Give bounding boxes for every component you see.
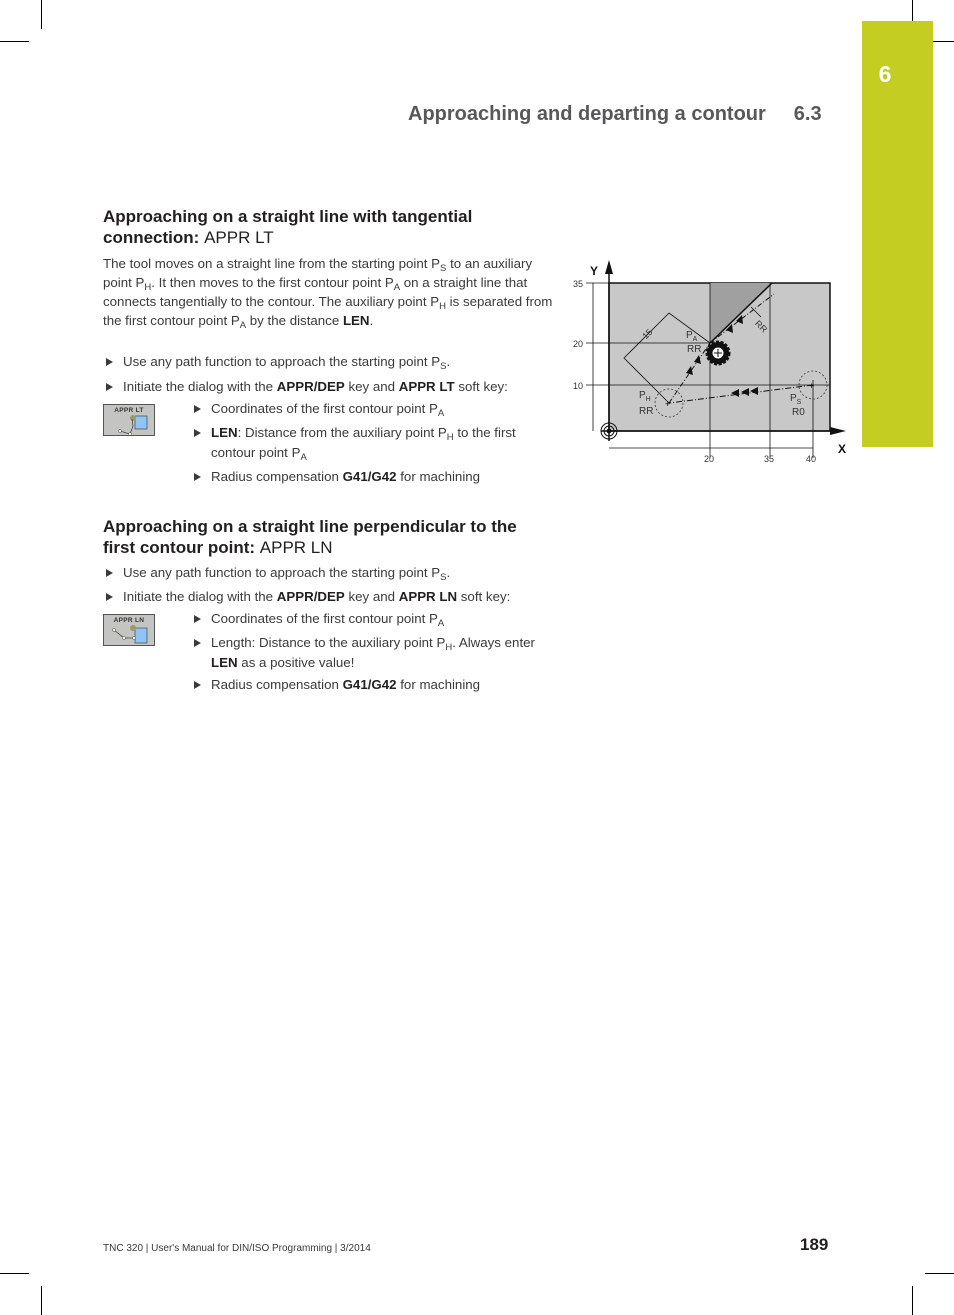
y-axis-arrow <box>605 260 613 274</box>
intro-paragraph: The tool moves on a straight line from t… <box>103 254 553 330</box>
text: Coordinates of the first contour point P <box>211 401 438 416</box>
text: soft key: <box>454 379 508 394</box>
y-tick-label: 20 <box>573 339 583 349</box>
subscript: A <box>437 618 445 629</box>
softkey-name: APPR LN <box>398 589 458 604</box>
crop-mark <box>0 41 29 42</box>
text: for machining <box>396 469 481 484</box>
ps-cross: + <box>809 381 814 391</box>
y-tick-label: 10 <box>573 381 583 391</box>
text: : Distance from the auxiliary point P <box>237 425 447 440</box>
substep-item: Coordinates of the first contour point P… <box>191 609 546 629</box>
text: soft key: <box>457 589 511 604</box>
running-head-title: Approaching and departing a contour <box>408 103 766 125</box>
section-heading-appr-lt: Approaching on a straight line with tang… <box>103 206 553 248</box>
ps-comp: R0 <box>792 407 805 418</box>
axis-label-x: X <box>838 442 846 456</box>
text: Coordinates of the first contour point P <box>211 611 438 626</box>
subscript: H <box>446 432 454 443</box>
softkey-appr-lt-icon: APPR LT <box>103 404 155 436</box>
text: by the distance <box>246 313 343 328</box>
bold-term: LEN <box>342 313 370 328</box>
heading-code: APPR LT <box>204 228 274 247</box>
bold-term: LEN <box>211 425 238 440</box>
appr-lt-diagram: Y X 35 20 10 20 35 40 15 RR + + PA RR PH… <box>573 260 846 464</box>
softkey-name: APPR LT <box>398 379 455 394</box>
text: . Always enter <box>452 635 535 650</box>
subscript: A <box>437 408 445 419</box>
subscript: A <box>300 452 307 463</box>
step-item: Use any path function to approach the st… <box>103 563 553 583</box>
substep-item: Radius compensation G41/G42 for machinin… <box>191 467 546 487</box>
heading-code: APPR LN <box>259 538 333 557</box>
text: Use any path function to approach the st… <box>123 354 441 369</box>
text: . It then moves to the first contour poi… <box>151 275 394 290</box>
x-axis-arrow <box>830 427 846 435</box>
section-heading-appr-ln: Approaching on a straight line perpendic… <box>103 516 553 558</box>
crop-mark <box>933 41 954 42</box>
running-head-section: 6.3 <box>793 103 822 125</box>
text: Length: Distance to the auxiliary point … <box>211 635 446 650</box>
key-name: APPR/DEP <box>276 589 345 604</box>
pa-comp: RR <box>687 344 701 355</box>
subscript: H <box>439 301 446 312</box>
step-item: Use any path function to approach the st… <box>103 352 553 372</box>
text: Initiate the dialog with the <box>123 589 277 604</box>
crop-mark <box>925 1273 954 1274</box>
substep-item: LEN: Distance from the auxiliary point P… <box>191 423 546 463</box>
substep-item: Radius compensation G41/G42 for machinin… <box>191 675 546 695</box>
text: . <box>446 565 451 580</box>
bold-term: G41/G42 <box>342 677 397 692</box>
ph-comp: RR <box>639 406 653 417</box>
text: Radius compensation <box>211 677 343 692</box>
bold-term: G41/G42 <box>342 469 397 484</box>
bold-term: LEN <box>211 655 238 670</box>
text: . <box>369 313 374 328</box>
text: The tool moves on a straight line from t… <box>103 256 441 271</box>
text: Initiate the dialog with the <box>123 379 277 394</box>
text: Radius compensation <box>211 469 343 484</box>
crop-mark <box>41 0 42 29</box>
heading-text: Approaching on a straight line with tang… <box>103 207 473 247</box>
substep-item: Coordinates of the first contour point P… <box>191 399 546 419</box>
text: key and <box>344 589 399 604</box>
substep-item: Length: Distance to the auxiliary point … <box>191 633 546 673</box>
text: . <box>446 354 451 369</box>
x-tick-label: 20 <box>704 454 714 464</box>
crop-mark <box>0 1273 29 1274</box>
step-item: Initiate the dialog with the APPR/DEP ke… <box>103 377 553 397</box>
chapter-tab: 6 <box>862 21 933 447</box>
crop-mark <box>41 1286 42 1315</box>
page-number: 189 <box>800 1235 829 1254</box>
text: Use any path function to approach the st… <box>123 565 441 580</box>
milling-tool-icon <box>705 340 731 366</box>
text: key and <box>344 379 399 394</box>
text: as a positive value! <box>237 655 355 670</box>
footer-text: TNC 320 | User's Manual for DIN/ISO Prog… <box>103 1243 371 1254</box>
step-item: Initiate the dialog with the APPR/DEP ke… <box>103 587 553 607</box>
running-head: Approaching and departing a contour 6.3 <box>408 103 822 126</box>
x-tick-label: 35 <box>764 454 774 464</box>
key-name: APPR/DEP <box>276 379 345 394</box>
ph-cross: + <box>665 399 670 409</box>
x-tick-label: 40 <box>806 454 816 464</box>
y-tick-label: 35 <box>573 279 583 289</box>
approach-path-icon <box>118 415 148 436</box>
approach-path-icon <box>112 625 148 644</box>
crop-mark <box>912 1286 913 1315</box>
text: for machining <box>396 677 481 692</box>
chapter-number: 6 <box>878 61 892 87</box>
crop-mark <box>912 0 913 21</box>
axis-label-y: Y <box>590 264 598 278</box>
softkey-appr-ln-icon: APPR LN <box>103 614 155 646</box>
